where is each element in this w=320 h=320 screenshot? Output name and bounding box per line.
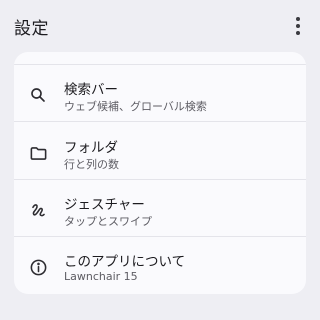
settings-card: 検索バー ウェブ候補、グローバル検索 フォルダ 行と列の数 ジェスチャー タップ… (14, 52, 306, 294)
settings-item-label: このアプリについて (64, 254, 186, 270)
more-vert-dot (296, 24, 300, 28)
scrolled-item-sliver (14, 52, 306, 65)
settings-item-subtitle: ウェブ候補、グローバル検索 (64, 100, 207, 113)
settings-item-about[interactable]: このアプリについて Lawnchair 15 (14, 237, 306, 294)
gesture-icon (28, 200, 48, 220)
app-bar: 設定 (0, 0, 320, 52)
settings-item-gestures[interactable]: ジェスチャー タップとスワイプ (14, 180, 306, 237)
settings-item-subtitle: Lawnchair 15 (64, 270, 138, 283)
more-options-button[interactable] (286, 12, 310, 40)
settings-item-label: フォルダ (64, 140, 118, 156)
folder-icon (28, 143, 48, 163)
search-icon (28, 85, 48, 105)
info-icon (28, 257, 48, 277)
more-vert-icon (296, 17, 300, 21)
more-vert-dot (296, 31, 300, 35)
settings-item-label: ジェスチャー (64, 197, 145, 213)
page-title: 設定 (14, 19, 49, 39)
settings-item-label: 検索バー (64, 82, 118, 98)
settings-item-subtitle: タップとスワイプ (64, 215, 152, 228)
settings-item-folders[interactable]: フォルダ 行と列の数 (14, 123, 306, 180)
settings-item-search-bar[interactable]: 検索バー ウェブ候補、グローバル検索 (14, 65, 306, 122)
settings-item-subtitle: 行と列の数 (64, 158, 119, 171)
